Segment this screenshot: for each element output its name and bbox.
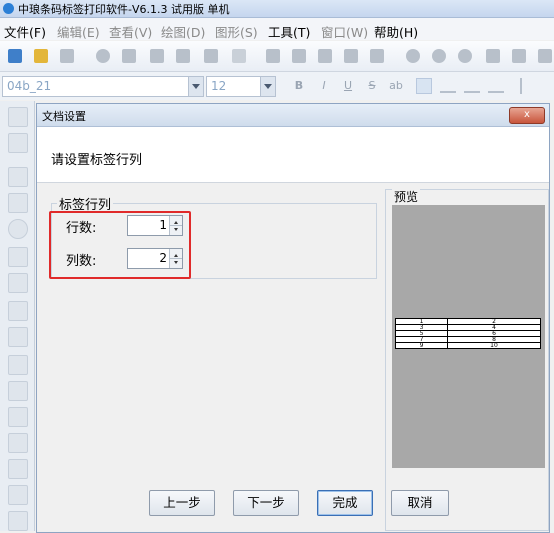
main-toolbar — [0, 41, 554, 72]
ellipse-icon[interactable] — [8, 219, 28, 239]
paste-icon[interactable] — [318, 49, 332, 63]
zoom-out-icon[interactable] — [432, 49, 446, 63]
chevron-down-icon[interactable] — [260, 77, 275, 96]
align-justify-icon[interactable] — [488, 81, 504, 93]
window-title: 中琅条码标签打印软件-V6.1.3 试用版 单机 — [18, 3, 230, 16]
subscript-button[interactable]: ab — [388, 78, 404, 94]
more-tools-icon[interactable] — [538, 49, 552, 63]
font-size-select[interactable]: 12 — [206, 76, 276, 97]
menu-draw[interactable]: 绘图(D) — [161, 22, 205, 41]
qrcode-icon[interactable] — [8, 273, 28, 293]
preview-cell: 9 — [395, 342, 448, 349]
dialog-header: 请设置标签行列 — [37, 127, 549, 183]
database-icon[interactable] — [176, 49, 190, 63]
polyline-icon[interactable] — [8, 485, 28, 505]
app-logo-icon — [3, 3, 14, 14]
dialog-body: 标签行列 行数: 1 列数: 2 预览 12 34 56 7 8 9 10 上一… — [37, 183, 549, 532]
previous-step-button[interactable]: 上一步 — [149, 490, 215, 516]
batch-print-icon[interactable] — [204, 49, 218, 63]
rich-text-icon[interactable] — [8, 327, 28, 347]
menu-bar: 文件(F) 编辑(E) 查看(V) 绘图(D) 图形(S) 工具(T) 窗口(W… — [0, 18, 554, 40]
cut-icon[interactable] — [266, 49, 280, 63]
preview-group: 预览 12 34 56 78 9 10 — [385, 188, 549, 531]
redo-icon[interactable] — [370, 49, 384, 63]
settings-icon[interactable] — [96, 49, 110, 63]
underline-button[interactable]: U — [340, 78, 356, 94]
strikethrough-button[interactable]: S — [364, 78, 380, 94]
font-name-select[interactable]: 04b_21 — [2, 76, 204, 97]
shape-icon[interactable] — [8, 381, 28, 401]
menu-view[interactable]: 查看(V) — [109, 22, 152, 41]
finish-button[interactable]: 完成 — [317, 490, 373, 516]
menu-tools[interactable]: 工具(T) — [268, 22, 310, 41]
menu-window[interactable]: 窗口(W) — [321, 22, 368, 41]
dialog-titlebar: 文档设置 x — [37, 104, 549, 127]
drawing-toolbar — [0, 101, 35, 531]
font-toolbar: 04b_21 12 B I U S ab — [0, 72, 554, 100]
text-icon[interactable] — [8, 301, 28, 321]
step-heading: 请设置标签行列 — [51, 153, 143, 168]
save-icon[interactable] — [60, 49, 74, 63]
zoom-fit-icon[interactable] — [458, 49, 472, 63]
dialog-title: 文档设置 — [42, 110, 86, 123]
font-name-value: 04b_21 — [7, 79, 52, 93]
pointer-icon[interactable] — [8, 107, 28, 127]
menu-file[interactable]: 文件(F) — [4, 22, 46, 41]
menu-edit[interactable]: 编辑(E) — [57, 22, 100, 41]
print-preview-icon[interactable] — [150, 49, 164, 63]
arc-icon[interactable] — [8, 459, 28, 479]
pan-icon[interactable] — [8, 133, 28, 153]
preview-canvas: 12 34 56 78 9 10 — [392, 205, 545, 468]
preview-row: 9 10 — [395, 342, 542, 349]
cancel-button[interactable]: 取消 — [391, 490, 449, 516]
font-size-value: 12 — [211, 79, 227, 93]
highlight-annotation — [49, 211, 191, 279]
bold-button[interactable]: B — [291, 78, 307, 94]
line-spacing-icon[interactable] — [520, 78, 532, 94]
triangle-icon[interactable] — [8, 511, 28, 531]
preview-cell: 10 — [446, 342, 542, 349]
preview-legend: 预览 — [392, 188, 421, 205]
print-icon[interactable] — [122, 49, 136, 63]
align-center-icon[interactable] — [440, 81, 456, 93]
align-left-icon[interactable] — [416, 78, 432, 94]
document-settings-dialog: 文档设置 x 请设置标签行列 标签行列 行数: 1 列数: 2 预览 1 2 3… — [36, 103, 550, 533]
curve-icon[interactable] — [8, 433, 28, 453]
window-titlebar: 中琅条码标签打印软件-V6.1.3 试用版 单机 — [0, 0, 554, 18]
image-icon[interactable] — [8, 355, 28, 375]
align-right-icon[interactable] — [464, 81, 480, 93]
new-icon[interactable] — [8, 49, 22, 63]
rectangle-icon[interactable] — [8, 193, 28, 213]
chevron-down-icon[interactable] — [188, 77, 203, 96]
barcode-icon[interactable] — [8, 247, 28, 267]
open-icon[interactable] — [34, 49, 48, 63]
table-icon[interactable] — [8, 407, 28, 427]
line-icon[interactable] — [8, 167, 28, 187]
close-icon[interactable]: x — [509, 107, 545, 124]
zoom-page-icon[interactable] — [486, 49, 500, 63]
menu-help[interactable]: 帮助(H) — [374, 22, 418, 41]
zoom-in-icon[interactable] — [406, 49, 420, 63]
grid-icon[interactable] — [232, 49, 246, 63]
copy-icon[interactable] — [292, 49, 306, 63]
italic-button[interactable]: I — [316, 78, 332, 94]
zoom-width-icon[interactable] — [512, 49, 526, 63]
undo-icon[interactable] — [344, 49, 358, 63]
menu-shape[interactable]: 图形(S) — [215, 22, 258, 41]
next-step-button[interactable]: 下一步 — [233, 490, 299, 516]
preview-label-grid: 12 34 56 78 9 10 — [395, 318, 542, 349]
